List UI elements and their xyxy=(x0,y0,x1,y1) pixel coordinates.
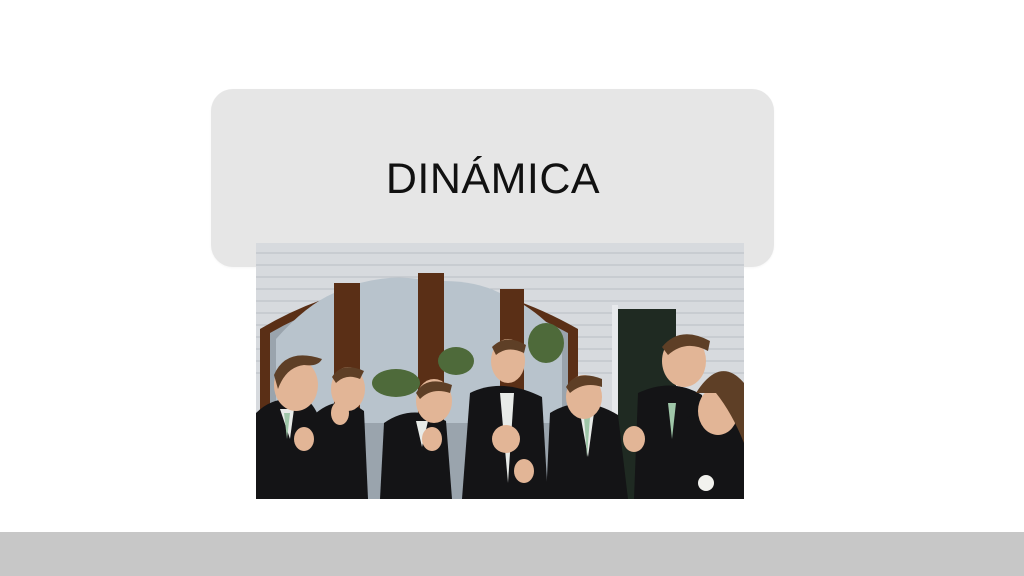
groomsmen-photo xyxy=(256,243,744,499)
footer-bar xyxy=(0,532,1024,576)
slide-title: DINÁMICA xyxy=(385,155,601,203)
slide: DINÁMICA xyxy=(0,0,1024,576)
slide-photo xyxy=(256,243,744,499)
